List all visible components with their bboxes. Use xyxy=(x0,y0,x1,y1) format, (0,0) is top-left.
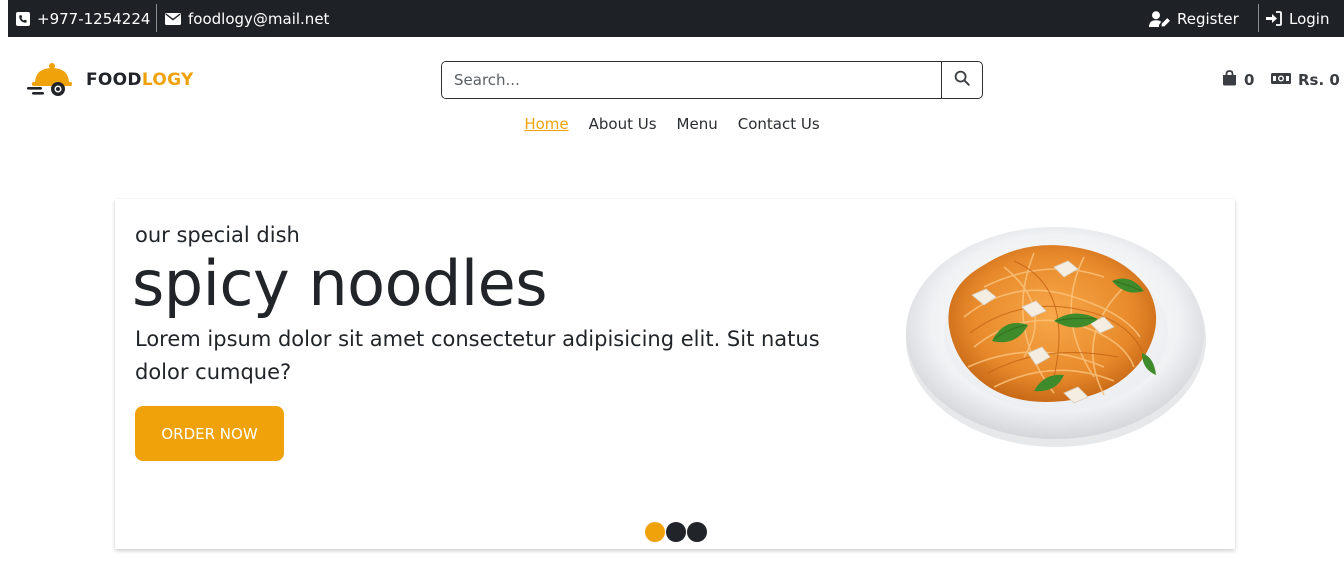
divider xyxy=(156,4,157,32)
cart-total-value: Rs. 0 xyxy=(1298,71,1340,89)
brand-name-part1: FOOD xyxy=(86,70,142,90)
search-bar xyxy=(441,61,983,99)
brand-name-part2: LOGY xyxy=(141,70,194,90)
shopping-bag-icon xyxy=(1222,70,1237,90)
search-button[interactable] xyxy=(941,62,982,98)
nav-menu[interactable]: Menu xyxy=(667,113,728,135)
top-bar: +977-1254224 foodlogy@mail.net Register … xyxy=(8,0,1344,37)
envelope-icon xyxy=(165,12,181,25)
phone-contact[interactable]: +977-1254224 xyxy=(16,0,150,37)
slider-dots xyxy=(645,522,707,542)
main-nav: Home About Us Menu Contact Us xyxy=(0,113,1344,135)
email-address: foodlogy@mail.net xyxy=(188,9,330,28)
login-link[interactable]: Login xyxy=(1266,0,1329,37)
hero-slider: our special dish spicy noodles Lorem ips… xyxy=(115,199,1235,549)
slider-dot-1[interactable] xyxy=(645,522,665,542)
email-contact[interactable]: foodlogy@mail.net xyxy=(165,0,329,37)
nav-contact-us[interactable]: Contact Us xyxy=(728,113,830,135)
nav-home[interactable]: Home xyxy=(514,113,578,135)
sign-in-icon xyxy=(1266,11,1282,26)
spaghetti-plate-image xyxy=(904,217,1208,451)
phone-number: +977-1254224 xyxy=(37,9,151,28)
divider xyxy=(1258,4,1259,32)
nav-about-us[interactable]: About Us xyxy=(579,113,667,135)
brand-logo[interactable]: FOODLOGY xyxy=(26,60,194,100)
login-label: Login xyxy=(1289,9,1330,28)
cart-count[interactable]: 0 xyxy=(1222,69,1254,91)
hero-eyebrow: our special dish xyxy=(135,223,300,247)
order-now-button[interactable]: ORDER NOW xyxy=(135,406,284,461)
user-edit-icon xyxy=(1149,10,1170,27)
slider-dot-2[interactable] xyxy=(666,522,686,542)
brand-name: FOODLOGY xyxy=(86,70,194,90)
search-icon xyxy=(954,70,970,90)
cart-total[interactable]: Rs. 0 xyxy=(1271,69,1340,91)
register-label: Register xyxy=(1177,9,1239,28)
hero-headline: spicy noodles xyxy=(132,247,548,320)
cart-count-value: 0 xyxy=(1244,71,1255,89)
register-link[interactable]: Register xyxy=(1149,0,1239,37)
hero-description: Lorem ipsum dolor sit amet consectetur a… xyxy=(135,327,820,384)
slider-dot-3[interactable] xyxy=(687,522,707,542)
money-bill-icon xyxy=(1271,71,1291,89)
phone-square-icon xyxy=(16,11,30,26)
cloche-delivery-icon xyxy=(26,58,76,102)
search-input[interactable] xyxy=(442,62,941,98)
